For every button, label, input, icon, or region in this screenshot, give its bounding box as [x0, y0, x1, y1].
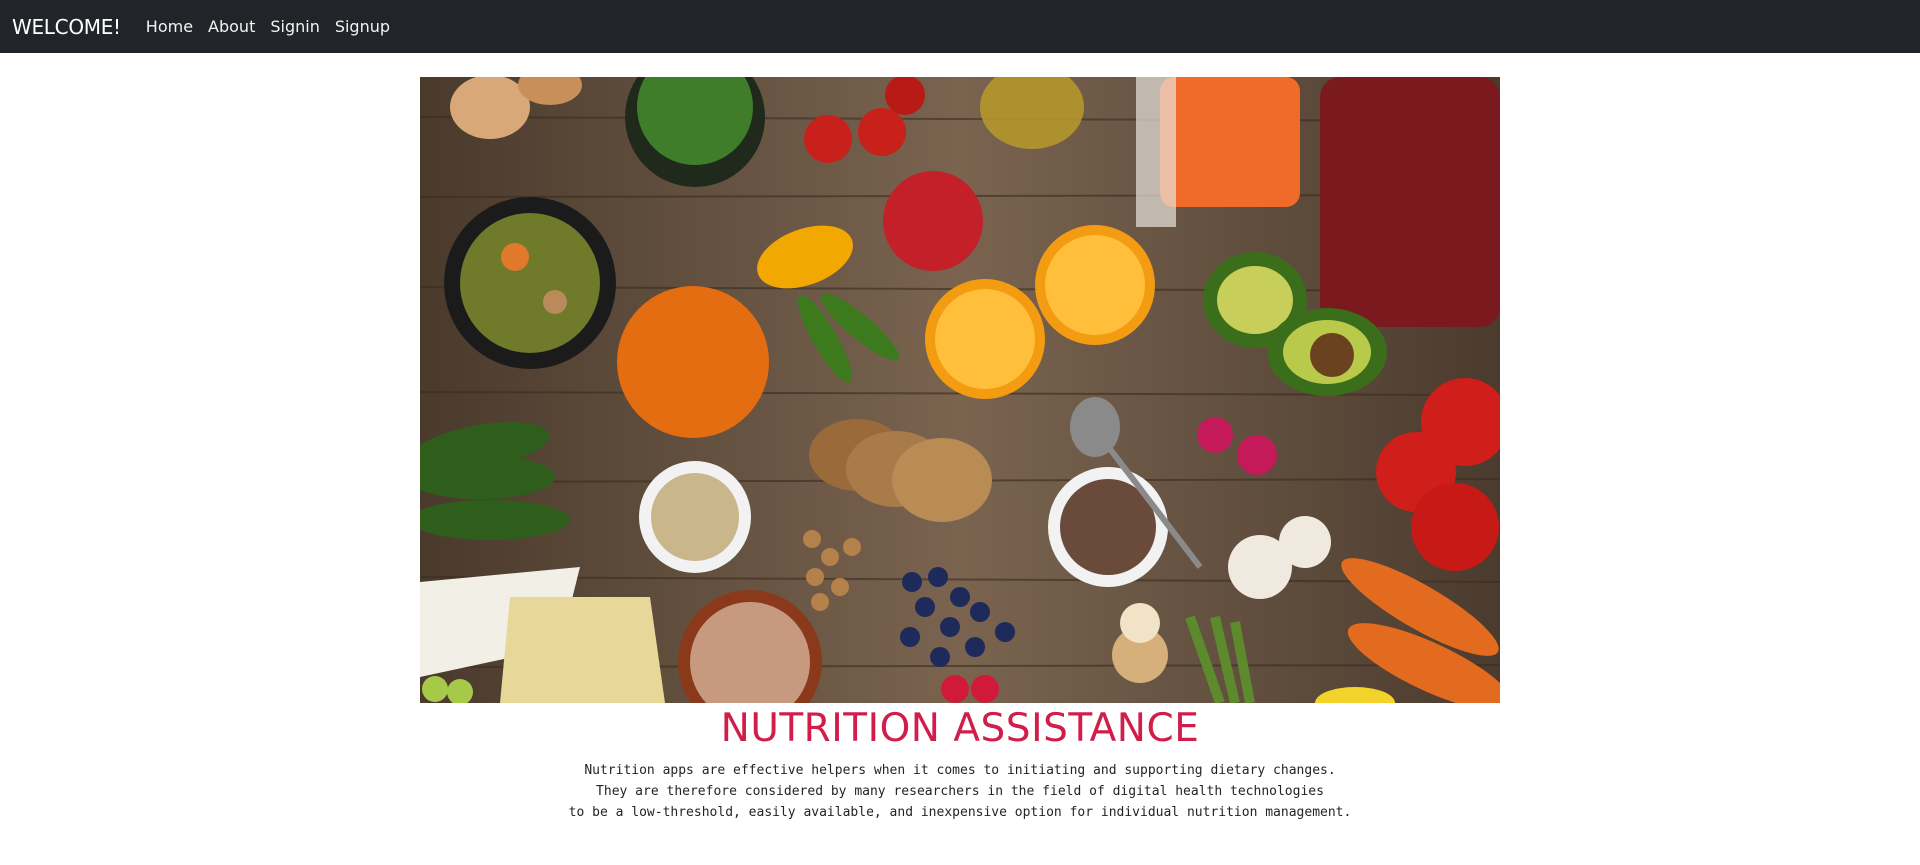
description-line: They are therefore considered by many re… — [596, 784, 1324, 799]
description-line: Nutrition apps are effective helpers whe… — [584, 763, 1336, 778]
nav-link-home[interactable]: Home — [146, 17, 193, 36]
description: Nutrition apps are effective helpers whe… — [0, 760, 1920, 823]
hero-food-image — [420, 77, 1500, 703]
brand-link[interactable]: WELCOME! — [12, 15, 121, 39]
description-line: to be a low-threshold, easily available,… — [568, 805, 1352, 820]
food-illustration — [420, 77, 1500, 703]
nav-link-about[interactable]: About — [208, 17, 255, 36]
nav-link-signin[interactable]: Signin — [270, 17, 319, 36]
nav-link-signup[interactable]: Signup — [335, 17, 390, 36]
page-title: NUTRITION ASSISTANCE — [720, 706, 1200, 751]
top-navbar: WELCOME! Home About Signin Signup — [0, 0, 1920, 53]
